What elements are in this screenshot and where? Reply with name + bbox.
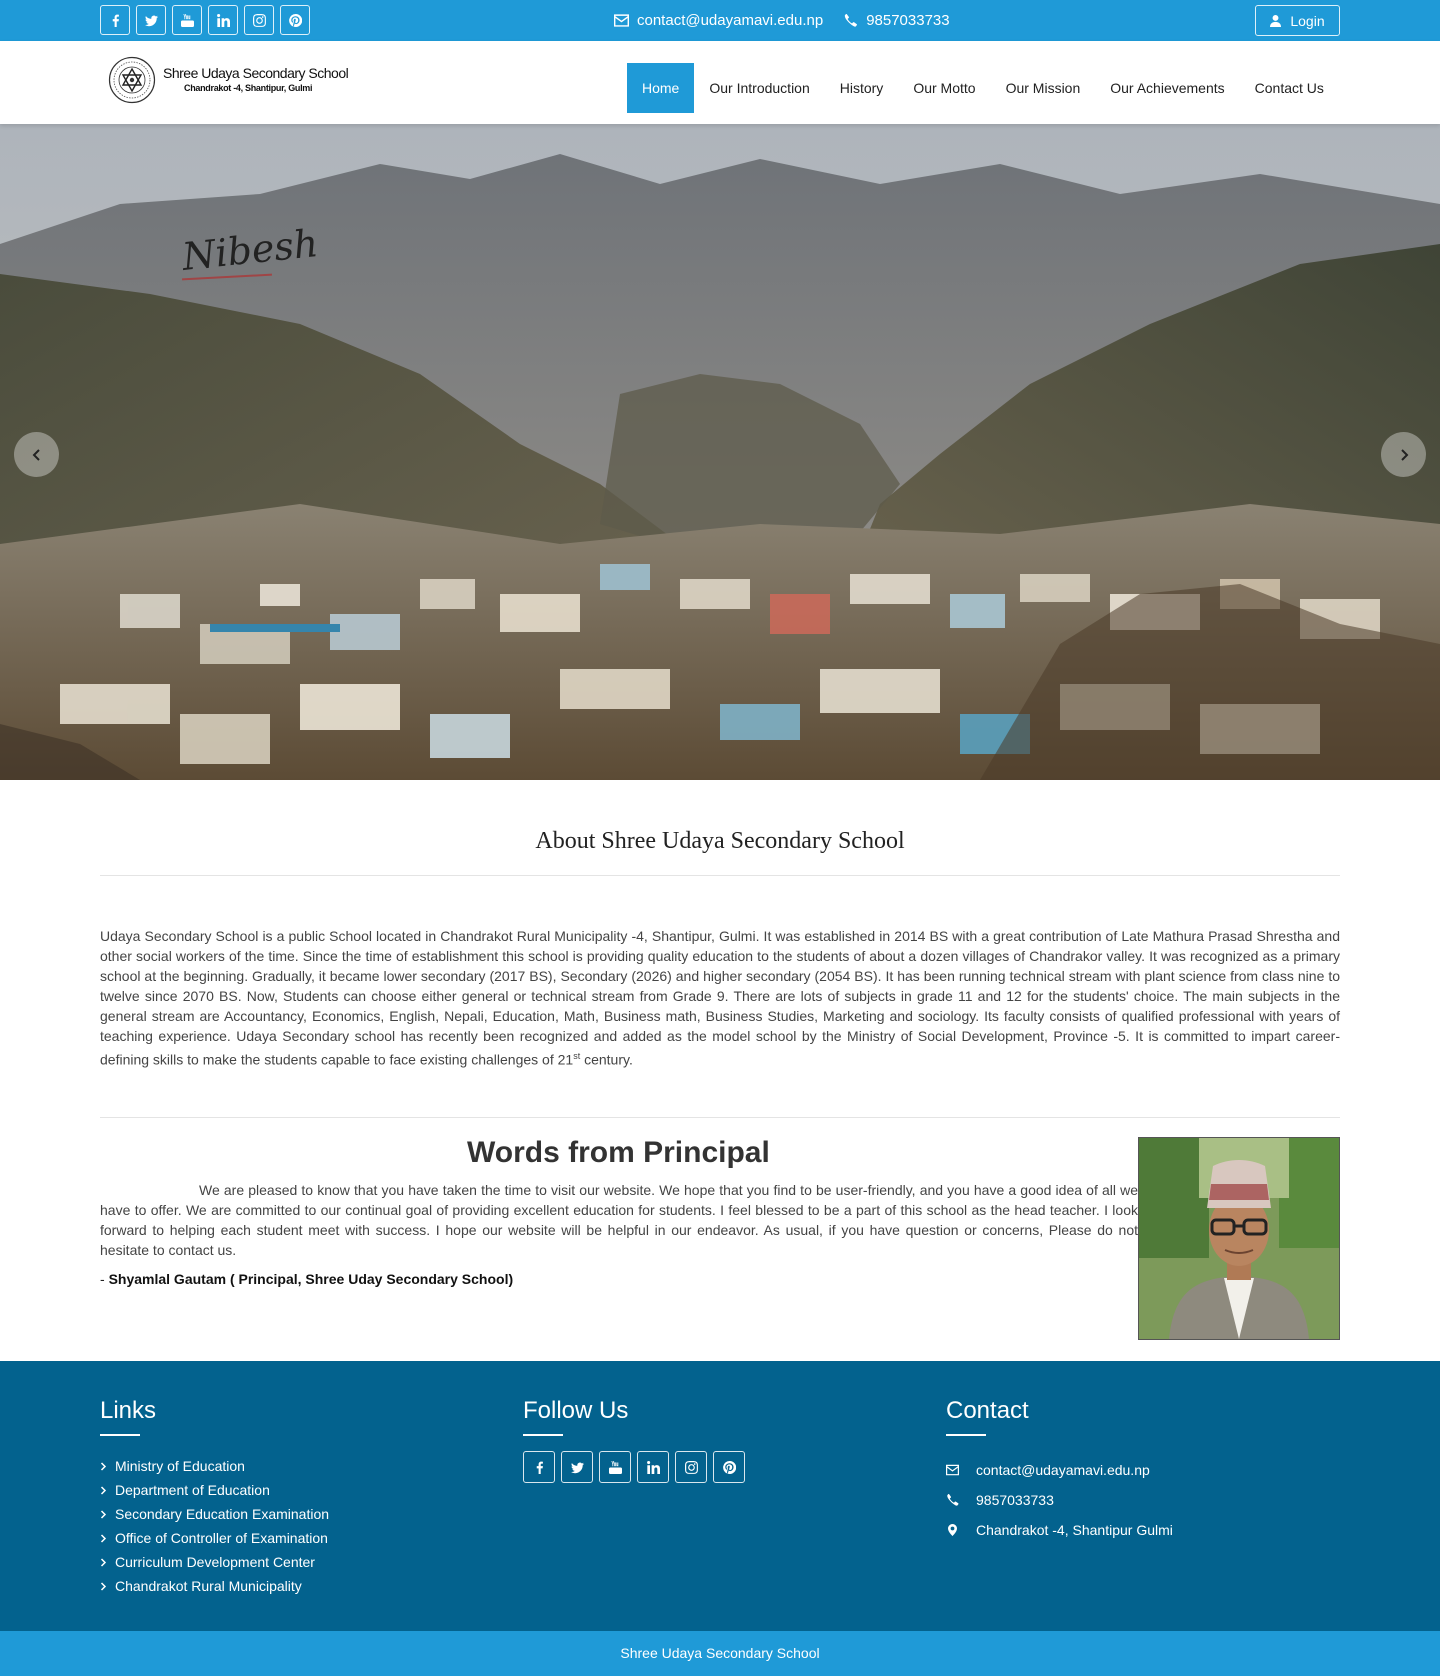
top-social-links [100,5,310,35]
footer-contact-list: contact@udayamavi.edu.np 9857033733 Chan… [946,1455,1173,1545]
chevron-right-icon [1400,448,1408,461]
site-header: Shree Udaya Secondary School Chandrakot … [0,41,1440,124]
chevron-right-icon [100,1533,109,1543]
school-logo[interactable] [108,56,156,104]
linkedin-icon[interactable] [208,5,238,35]
footer-link[interactable]: Chandrakot Rural Municipality [100,1574,329,1598]
pinterest-icon[interactable] [280,5,310,35]
pinterest-icon[interactable] [713,1451,745,1483]
about-body-end: century. [580,1051,633,1068]
carousel-next-button[interactable] [1381,432,1426,477]
nav-our-achievements[interactable]: Our Achievements [1095,63,1239,113]
envelope-icon [614,14,629,27]
youtube-icon[interactable] [599,1451,631,1483]
chevron-right-icon [100,1509,109,1519]
nav-our-mission[interactable]: Our Mission [991,63,1096,113]
chevron-left-icon [32,448,40,461]
top-bar: contact@udayamavi.edu.np 9857033733 Logi… [0,0,1440,41]
footer-link-label: Ministry of Education [115,1458,245,1474]
linkedin-icon[interactable] [637,1451,669,1483]
footer-links-underline [100,1434,140,1436]
chevron-right-icon [100,1581,109,1591]
hero-slider: Nibesh [0,124,1440,780]
nav-contact-us[interactable]: Contact Us [1240,63,1339,113]
instagram-icon[interactable] [244,5,274,35]
nav-history[interactable]: History [825,63,899,113]
footer-link[interactable]: Ministry of Education [100,1454,329,1478]
envelope-icon [946,1464,976,1476]
footer-contact-underline [946,1434,986,1436]
site-footer: Links Ministry of Education Department o… [0,1361,1440,1631]
footer-contact-column: Contact contact@udayamavi.edu.np 9857033… [946,1397,1173,1545]
login-label: Login [1290,12,1325,29]
phone-icon [946,1494,976,1506]
principal-signature: - Shyamlal Gautam ( Principal, Shree Uda… [100,1271,513,1287]
chevron-right-icon [100,1461,109,1471]
footer-link[interactable]: Curriculum Development Center [100,1550,329,1574]
nav-our-introduction[interactable]: Our Introduction [694,63,824,113]
top-phone[interactable]: 9857033733 [866,12,949,29]
footer-email[interactable]: contact@udayamavi.edu.np [976,1462,1150,1478]
login-button[interactable]: Login [1255,5,1340,36]
chevron-right-icon [100,1557,109,1567]
footer-links-column: Links Ministry of Education Department o… [100,1397,329,1598]
footer-address: Chandrakot -4, Shantipur Gulmi [976,1522,1173,1538]
chevron-right-icon [100,1485,109,1495]
about-body: Udaya Secondary School is a public Schoo… [100,928,1340,1068]
phone-icon [843,14,858,27]
footer-follow-title: Follow Us [523,1397,629,1424]
footer-links-title: Links [100,1397,157,1424]
about-divider [100,875,1340,876]
footer-follow-underline [523,1434,563,1436]
map-marker-icon [946,1524,976,1536]
school-name[interactable]: Shree Udaya Secondary School [163,65,349,81]
footer-links-list: Ministry of Education Department of Educ… [100,1454,329,1598]
footer-social-links [523,1451,745,1483]
footer-link[interactable]: Department of Education [100,1478,329,1502]
top-contact-info: contact@udayamavi.edu.np 9857033733 [614,0,950,41]
footer-link-label: Office of Controller of Examination [115,1530,328,1546]
facebook-icon[interactable] [523,1451,555,1483]
main-nav: Home Our Introduction History Our Motto … [627,63,1339,113]
about-title: About Shree Udaya Secondary School [535,828,905,854]
footer-link-label: Chandrakot Rural Municipality [115,1578,302,1594]
about-text: Udaya Secondary School is a public Schoo… [100,926,1340,1070]
twitter-icon[interactable] [136,5,166,35]
signature-prefix: - [100,1271,109,1287]
principal-message: We are pleased to know that you have tak… [100,1182,1138,1258]
footer-link-label: Department of Education [115,1482,270,1498]
footer-contact-title: Contact [946,1397,1029,1424]
principal-divider [100,1117,1340,1118]
footer-phone[interactable]: 9857033733 [976,1492,1054,1508]
footer-contact-phone-row: 9857033733 [946,1485,1173,1515]
footer-link[interactable]: Secondary Education Examination [100,1502,329,1526]
nav-home[interactable]: Home [627,63,695,113]
instagram-icon[interactable] [675,1451,707,1483]
principal-photo [1138,1137,1340,1340]
footer-contact-address-row: Chandrakot -4, Shantipur Gulmi [946,1515,1173,1545]
copyright-bar: Shree Udaya Secondary School [0,1631,1440,1676]
footer-link-label: Curriculum Development Center [115,1554,315,1570]
user-icon [1270,14,1282,27]
carousel-prev-button[interactable] [14,432,59,477]
signature-name: Shyamlal Gautam ( Principal, Shree Uday … [108,1271,514,1287]
copyright-text: Shree Udaya Secondary School [620,1645,820,1661]
school-address: Chandrakot -4, Shantipur, Gulmi [184,83,313,93]
principal-title: Words from Principal [467,1136,770,1169]
footer-contact-email-row: contact@udayamavi.edu.np [946,1455,1173,1485]
footer-link[interactable]: Office of Controller of Examination [100,1526,329,1550]
footer-follow-column: Follow Us [523,1397,745,1483]
footer-link-label: Secondary Education Examination [115,1506,330,1522]
hero-landscape-image [0,124,1440,780]
facebook-icon[interactable] [100,5,130,35]
twitter-icon[interactable] [561,1451,593,1483]
nav-our-motto[interactable]: Our Motto [898,63,990,113]
top-email[interactable]: contact@udayamavi.edu.np [637,12,823,29]
youtube-icon[interactable] [172,5,202,35]
